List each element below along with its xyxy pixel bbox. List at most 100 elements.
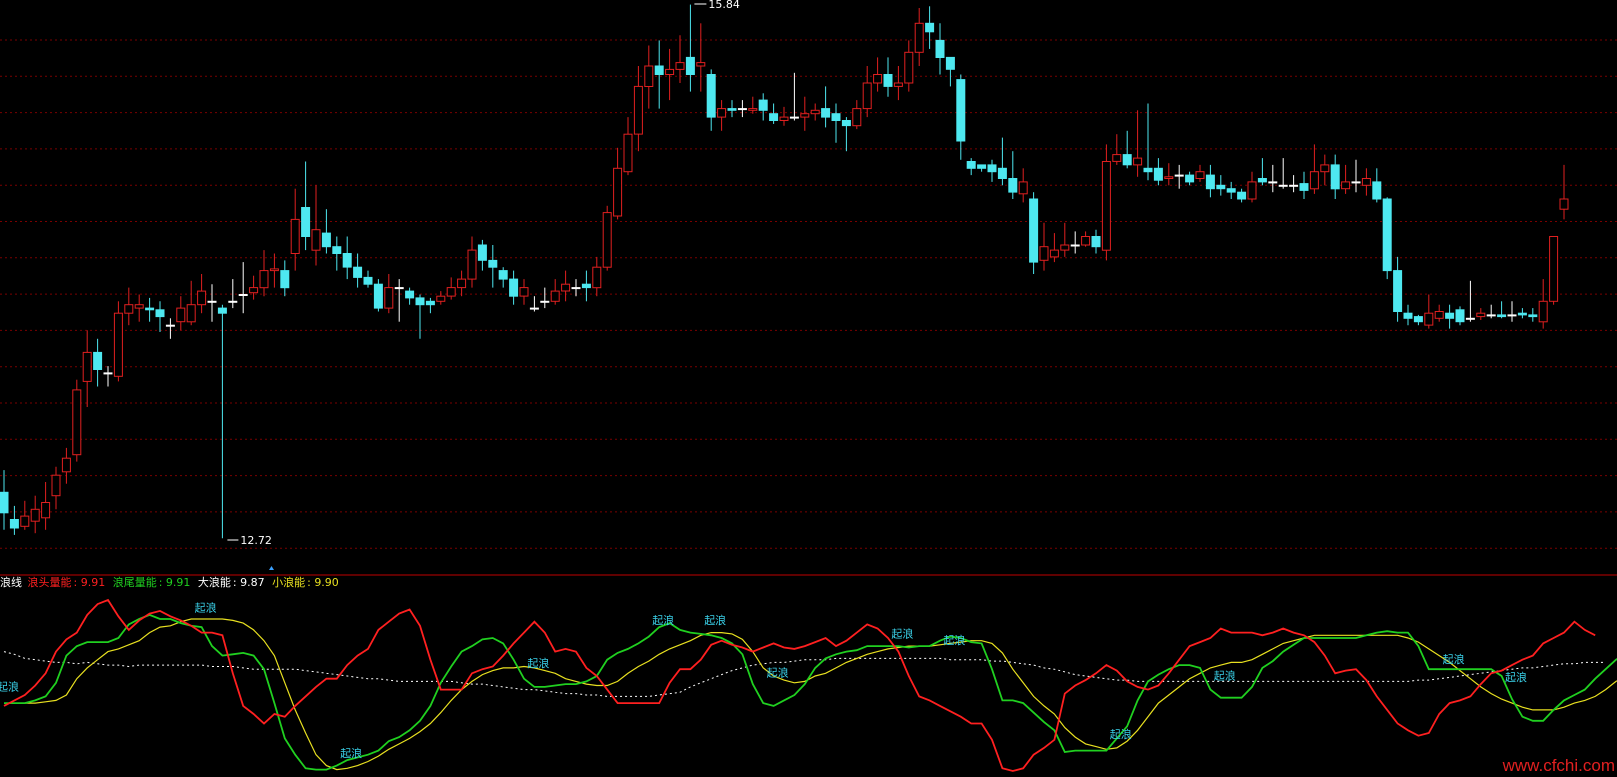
candle-body bbox=[1320, 164, 1330, 173]
price-panel-labels: 15.84 12.72 bbox=[227, 0, 740, 547]
candle-body bbox=[1549, 236, 1559, 302]
candle-body bbox=[1070, 244, 1080, 247]
candle-body bbox=[1372, 181, 1382, 200]
candle bbox=[269, 253, 279, 288]
candle-body bbox=[321, 232, 331, 248]
candle bbox=[1153, 158, 1163, 186]
legend-value: 9.87 bbox=[240, 576, 265, 589]
candle bbox=[61, 447, 71, 484]
candle-body bbox=[1153, 167, 1163, 181]
candle-body bbox=[238, 294, 248, 296]
candle-body bbox=[1413, 316, 1423, 323]
candle-body bbox=[103, 372, 113, 375]
candle bbox=[1122, 130, 1132, 169]
candle-body bbox=[654, 65, 664, 75]
candle bbox=[1205, 164, 1215, 198]
candle-body bbox=[1029, 198, 1039, 263]
candle-body bbox=[477, 244, 487, 261]
candle-body bbox=[1216, 184, 1226, 190]
candle-body bbox=[1278, 184, 1288, 187]
candle-body bbox=[810, 109, 820, 115]
candle-body bbox=[1486, 314, 1496, 317]
candle bbox=[1226, 181, 1236, 199]
candle bbox=[1268, 164, 1278, 193]
candle-body bbox=[1299, 183, 1309, 191]
candle-body bbox=[1091, 236, 1101, 248]
candle-body bbox=[841, 120, 851, 127]
wave-start-signal: 起浪 bbox=[891, 626, 913, 640]
candle bbox=[1393, 256, 1403, 322]
candle-body bbox=[9, 519, 19, 529]
candle-body bbox=[769, 113, 779, 121]
divider-marker-icon bbox=[269, 566, 274, 570]
candle bbox=[706, 69, 716, 131]
candle bbox=[197, 274, 207, 314]
candle bbox=[488, 245, 498, 288]
candle-body bbox=[165, 324, 175, 327]
candle bbox=[935, 23, 945, 75]
candle-body bbox=[217, 307, 227, 314]
candle bbox=[519, 279, 529, 305]
candle-body bbox=[696, 62, 706, 67]
candle-body bbox=[145, 307, 155, 311]
candle-body bbox=[1060, 244, 1070, 251]
candle bbox=[997, 137, 1007, 186]
candle bbox=[51, 466, 61, 510]
candle bbox=[633, 66, 643, 152]
candle-body bbox=[1195, 171, 1205, 179]
candle bbox=[1372, 168, 1382, 203]
candle bbox=[873, 57, 883, 92]
candle bbox=[550, 279, 560, 305]
candle bbox=[1039, 222, 1049, 271]
candle bbox=[821, 86, 831, 128]
candle-body bbox=[1361, 178, 1371, 186]
candle-body bbox=[280, 270, 290, 289]
candle bbox=[290, 188, 300, 271]
candle-body bbox=[727, 108, 737, 111]
candle bbox=[0, 470, 9, 530]
candle bbox=[1538, 279, 1548, 329]
candle-body bbox=[1538, 300, 1548, 323]
candle-body bbox=[873, 74, 883, 84]
candle-body bbox=[498, 270, 508, 280]
legend-label: 浪尾量能 bbox=[112, 576, 157, 589]
candle bbox=[457, 270, 467, 297]
candle-body bbox=[176, 307, 186, 323]
candle-body bbox=[124, 304, 134, 314]
candle bbox=[321, 209, 331, 254]
candle bbox=[1101, 144, 1111, 261]
candle-body bbox=[1112, 154, 1122, 162]
candle bbox=[758, 93, 768, 121]
candle-body bbox=[457, 278, 467, 289]
candle bbox=[41, 482, 51, 530]
candle bbox=[748, 96, 758, 114]
candle bbox=[1247, 171, 1257, 203]
candle-body bbox=[852, 108, 862, 127]
candle-body bbox=[311, 229, 321, 251]
candle-body bbox=[1174, 174, 1184, 177]
candle-body bbox=[134, 304, 144, 309]
big-wave-line bbox=[3, 651, 1606, 697]
candle-body bbox=[592, 266, 602, 289]
candle-body bbox=[893, 82, 903, 87]
candle-body bbox=[1507, 314, 1517, 317]
candle bbox=[1143, 103, 1153, 181]
candle bbox=[1133, 110, 1143, 177]
candle-body bbox=[904, 51, 914, 84]
candle-body bbox=[966, 161, 976, 169]
candle-body bbox=[561, 283, 571, 292]
candle-body bbox=[1133, 157, 1143, 166]
candle bbox=[696, 23, 706, 92]
candle-body bbox=[207, 300, 217, 303]
candle bbox=[862, 66, 872, 118]
candle bbox=[9, 505, 19, 535]
candle bbox=[966, 158, 976, 176]
candle bbox=[405, 287, 415, 305]
candle bbox=[1195, 164, 1205, 182]
candle bbox=[394, 279, 404, 322]
candle bbox=[1351, 159, 1361, 193]
candle-body bbox=[488, 259, 498, 268]
candle-body bbox=[800, 113, 810, 118]
candle bbox=[571, 279, 581, 297]
candle bbox=[561, 270, 571, 302]
